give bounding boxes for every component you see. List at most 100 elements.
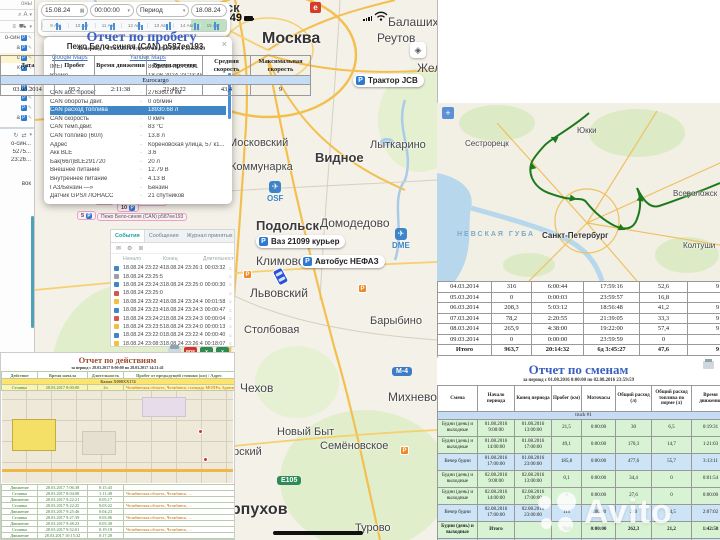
mileage-cell: 78,2 (491, 312, 532, 324)
event-row-icon[interactable]: ≡ (229, 341, 232, 346)
actions-report-title: Отчет по действиям (78, 355, 157, 365)
mileage-cell: 33,3 (639, 312, 688, 324)
event-row[interactable]: 18.08.24 23:23:49 18.08.24 23:24:36 00:0… (111, 306, 234, 314)
unit-marker-pill[interactable]: P Трактор JCB (353, 74, 424, 87)
unit-param-row: CAN обороты двиг. ◦ 0 об/мин (50, 97, 226, 106)
water-label: НЕВСКАЯ ГУБА (457, 231, 536, 238)
unit-marker-pill[interactable]: P Автобус НЕФАЗ (300, 255, 385, 268)
sidebar-unit-row[interactable]: а P ✎ (0, 113, 34, 123)
gas-station-icon[interactable]: P (400, 446, 409, 455)
mileage-bottom-body: 04.03.2014 316 6:00:44 17:59:16 52,6 9 0… (437, 281, 720, 356)
param-label: CAN топливо (60л) (50, 133, 103, 140)
event-row[interactable]: 18.08.24 23:25:52 ≡ (111, 272, 234, 280)
event-duration: 00:01:58 (204, 298, 226, 305)
unit-marker-label: Ваз 21099 курьер (271, 237, 340, 246)
gas-station-icon[interactable]: P (243, 270, 252, 279)
shifts-cell: 0:00:00 (581, 419, 616, 437)
airplane-icon: ✈ (394, 228, 407, 240)
event-row-icon[interactable]: ≡ (229, 282, 232, 287)
printer-icon[interactable] (703, 359, 714, 369)
event-row[interactable]: 18.08.24 23:22:07 18.08.24 23:22:47 00:0… (111, 331, 234, 339)
sidebar-search[interactable]: ⌕ A ▾ (0, 9, 34, 21)
sort-letter[interactable]: A (23, 12, 27, 18)
shifts-cell: 0:19:31 (691, 419, 720, 437)
map-layers-button[interactable]: ◈ (410, 42, 426, 58)
shifts-cell: Будни (день) и выходные (437, 470, 478, 488)
event-start: 18.08.24 23:08:35 (123, 340, 163, 347)
map-block (82, 431, 116, 455)
event-start: 18.08.24 23:24:26 (123, 315, 163, 322)
event-row-icon[interactable]: ≡ (229, 299, 232, 304)
zoom-in-button[interactable]: + (442, 107, 454, 119)
sidebar-scrollbar[interactable] (31, 216, 34, 328)
shifts-col-header: Общий расход (л) (615, 385, 652, 412)
swap-icon[interactable]: ⇄ (21, 132, 26, 139)
map-city-label: Лыткарино (370, 139, 426, 151)
airplane-icon: ✈ (269, 181, 282, 193)
shifts-cell: 01.08.2016 23:00:00 (514, 453, 552, 471)
track-unit-label[interactable]: Пежо Бело-синяя (CAN) p587ee193 (97, 213, 188, 221)
spb-track-map[interactable]: Сестрорецк Юкки Санкт-Петербург Всеволожск К… (437, 103, 720, 281)
actions-cell: 28.03.2017 8:00:00 (37, 384, 88, 391)
event-row[interactable]: 18.08.24 23:25:00 ≡ (111, 289, 234, 297)
refresh-icon[interactable]: ↻ (13, 132, 18, 139)
event-row[interactable]: 18.08.24 23:23:52 18.08.24 23:24:05 00:0… (111, 323, 234, 331)
gas-station-icon[interactable]: P (358, 284, 367, 293)
parking-icon: P (129, 204, 136, 211)
mileage-group-row: Eurocargo (0, 75, 311, 85)
event-row[interactable]: 18.08.24 23:22:40 18.08.24 23:26:12 00:0… (111, 264, 234, 272)
event-end: 18.08.24 23:22:47 (163, 332, 203, 339)
period-select[interactable]: Период ▾ (135, 4, 190, 17)
event-row-icon[interactable]: ≡ (229, 266, 232, 271)
shifts-cell: 170,3 (615, 436, 652, 454)
avito-watermark: Avito (536, 492, 673, 532)
event-row-icon[interactable]: ≡ (229, 316, 232, 321)
mileage-cell: 19:22:00 (583, 323, 640, 335)
events-tab[interactable]: Сообщения (145, 230, 183, 242)
event-row[interactable]: 18.08.24 23:22:43 18.08.24 23:24:41 00:0… (111, 298, 234, 306)
event-row-icon[interactable]: ≡ (229, 274, 232, 279)
airport-marker[interactable]: ✈ DME (392, 228, 410, 250)
detail-fragment (0, 173, 34, 181)
event-row-icon[interactable]: ≡ (229, 308, 232, 313)
param-value: 0 км/ч (148, 115, 165, 122)
event-row-icon[interactable]: ≡ (229, 333, 232, 338)
events-toolbar-icon[interactable]: ≣ (138, 245, 143, 252)
track-point-pill[interactable]: 5 P (77, 211, 97, 220)
events-tab[interactable]: События (111, 230, 145, 242)
map-city-label: Колтуши (683, 241, 716, 250)
unit-marker-pill[interactable]: P Ваз 21099 курьер (256, 235, 346, 248)
calendar-icon: ▦ (79, 7, 85, 14)
date-from-value: 15.08.24 (45, 7, 71, 14)
map-city-label: Львовский (250, 286, 308, 300)
mileage-cell: 23:59:59 (583, 333, 640, 345)
event-row-icon[interactable]: ≡ (229, 291, 232, 296)
events-tab[interactable]: Журнал принятых данных (183, 230, 234, 242)
chevron-down-icon: ▾ (182, 7, 186, 14)
event-row[interactable]: 18.08.24 23:24:38 18.08.24 23:25:08 00:0… (111, 281, 234, 289)
event-duration: 00:00:30 (204, 281, 226, 288)
track-point-pill[interactable]: 10 P (117, 203, 140, 212)
event-row[interactable]: 18.08.24 23:24:26 18.08.24 23:24:30 00:0… (111, 314, 234, 322)
edit-icon[interactable]: ✎ (28, 105, 32, 111)
event-row-icon[interactable]: ≡ (229, 324, 232, 329)
map-city-label: Барыбино (370, 315, 422, 327)
shifts-cell: 3:13:11 (691, 453, 720, 471)
edit-icon[interactable]: ✎ (28, 115, 32, 121)
sidebar-unit-row[interactable]: P ✎ (0, 103, 34, 113)
time-from-field[interactable]: 00:00:00 ▾ (90, 4, 134, 17)
events-toolbar-icon[interactable]: ⚙ (127, 245, 132, 252)
shifts-cell: 1:21:03 (691, 436, 720, 454)
date-from-field[interactable]: 15.08.24 ▦ (41, 4, 89, 17)
battery-icon (244, 15, 255, 21)
airport-marker[interactable]: ✈ OSF (267, 181, 283, 203)
events-toolbar-icon[interactable]: ✉ (116, 245, 121, 252)
date-to-field[interactable]: 18.08.24 (191, 4, 227, 17)
actions-cell: Движение (1, 532, 38, 539)
sidebar-panel-divider[interactable]: ↻ ⇄ ▾ (0, 127, 34, 141)
events-toolbar: ✉ ⚙ ≣ (111, 243, 234, 254)
mileage-cell: 9 (687, 281, 720, 293)
edit-icon[interactable]: ✎ (28, 95, 32, 101)
event-start: 18.08.24 23:24:38 (123, 281, 163, 288)
mileage-cell: 41,2 (639, 302, 688, 314)
